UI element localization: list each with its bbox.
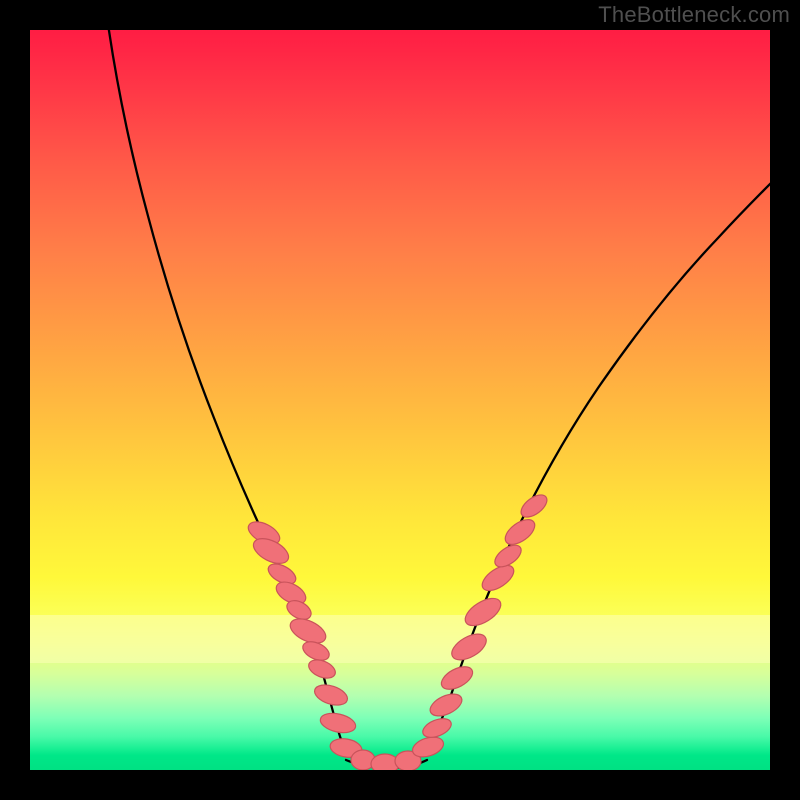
curve-marker <box>312 681 350 709</box>
marker-group <box>245 491 551 770</box>
watermark-text: TheBottleneck.com <box>598 2 790 28</box>
curve-marker <box>501 515 539 550</box>
curve-marker <box>448 629 491 665</box>
plot-area <box>30 30 770 770</box>
curve-marker <box>438 662 476 694</box>
curve-marker <box>306 656 338 681</box>
marker-layer <box>30 30 770 770</box>
curve-marker <box>427 690 465 721</box>
curve-marker <box>517 491 551 522</box>
curve-marker <box>318 710 357 736</box>
curve-marker <box>461 593 506 631</box>
app-frame: TheBottleneck.com <box>0 0 800 800</box>
